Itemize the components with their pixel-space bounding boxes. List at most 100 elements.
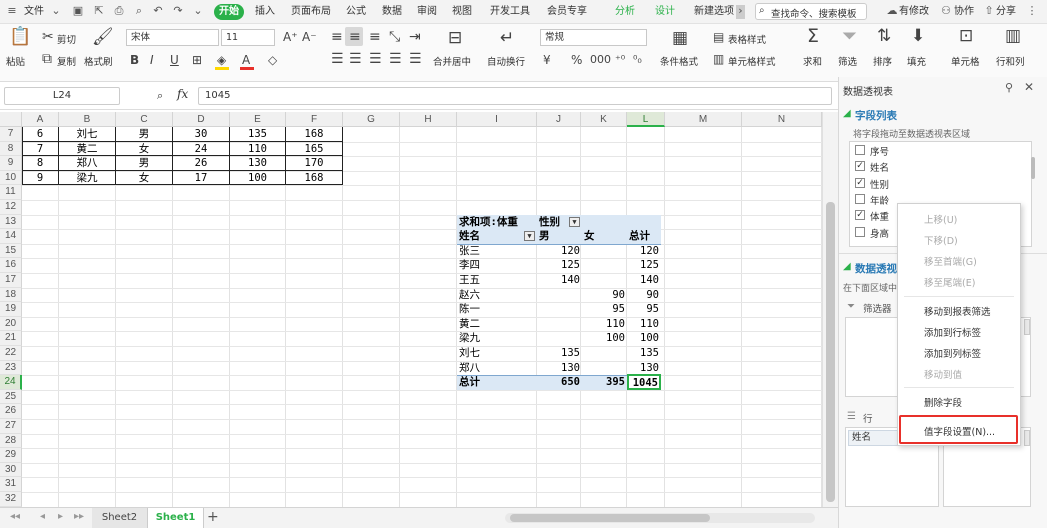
tab-data[interactable]: 数据 (382, 4, 402, 20)
selected-cell-l24[interactable]: 1045 (627, 374, 661, 391)
tab-developer[interactable]: 开发工具 (490, 4, 530, 20)
pivot-value-total[interactable]: 90 (625, 288, 659, 302)
column-header-i[interactable]: I (457, 112, 537, 127)
pin-icon[interactable]: ⚲ (1005, 81, 1013, 94)
cell-icon[interactable]: ⊡ (959, 28, 973, 45)
pivot-value-total[interactable]: 100 (625, 331, 659, 345)
indent-icon[interactable]: ⇥ (409, 29, 421, 45)
add-sheet-icon[interactable]: + (207, 509, 219, 525)
pivot-value-female[interactable]: 110 (581, 317, 625, 331)
table-cell[interactable]: 135 (230, 127, 286, 142)
context-menu-item[interactable]: 删除字段 (924, 395, 962, 409)
row-header-12[interactable]: 12 (0, 200, 22, 215)
row-header-9[interactable]: 9 (0, 156, 22, 171)
row-header-13[interactable]: 13 (0, 214, 22, 230)
column-header-m[interactable]: M (665, 112, 742, 127)
row-header-30[interactable]: 30 (0, 462, 22, 478)
table-cell[interactable]: 130 (230, 156, 286, 171)
column-filter-dropdown[interactable]: ▼ (569, 216, 580, 227)
column-header-n[interactable]: N (742, 112, 822, 127)
pivot-value-total[interactable]: 140 (625, 273, 659, 287)
column-header-b[interactable]: B (59, 112, 116, 127)
format-painter-icon[interactable]: 🖌 (92, 29, 114, 46)
row-header-14[interactable]: 14 (0, 229, 22, 244)
row-header-32[interactable]: 32 (0, 492, 22, 507)
horizontal-scrollbar[interactable] (505, 513, 815, 523)
fill-button[interactable]: 填充 (907, 54, 926, 68)
table-cell[interactable]: 女 (116, 170, 173, 186)
table-cell[interactable]: 110 (230, 141, 286, 157)
pivot-total-male[interactable]: 650 (537, 375, 580, 389)
cell-style-button[interactable]: 单元格样式 (728, 54, 776, 68)
pivot-value-male[interactable]: 130 (537, 361, 580, 375)
row-header-24[interactable]: 24 (0, 375, 22, 390)
collaborate-button[interactable]: 协作 (954, 4, 974, 20)
pivot-value-total[interactable]: 110 (625, 317, 659, 331)
print-icon[interactable]: ⎙ (113, 5, 125, 17)
column-area-item[interactable] (1024, 319, 1030, 335)
context-menu-item[interactable]: 移动到报表筛选 (924, 304, 991, 318)
context-menu-item[interactable]: 值字段设置(N)... (924, 424, 995, 438)
column-header-g[interactable]: G (343, 112, 400, 127)
sort-icon[interactable]: ⇅ (877, 28, 891, 45)
tab-home[interactable]: 开始 (214, 4, 244, 20)
more-icon[interactable]: ⌄ (192, 5, 204, 17)
name-box[interactable]: L24 (4, 87, 120, 105)
table-cell[interactable]: 男 (116, 156, 173, 171)
pivot-value-total[interactable]: 95 (625, 302, 659, 316)
align-top-icon[interactable]: ≡ (331, 29, 343, 45)
font-color-icon[interactable]: A (242, 52, 250, 68)
decrease-font-icon[interactable]: A⁻ (302, 29, 317, 45)
select-all-corner[interactable] (0, 112, 22, 127)
row-header-26[interactable]: 26 (0, 404, 22, 419)
tab-analyze[interactable]: 分析 (615, 4, 635, 20)
row-header-31[interactable]: 31 (0, 477, 22, 492)
field-checkbox[interactable] (855, 226, 865, 237)
distributed-icon[interactable]: ☰ (409, 51, 422, 67)
percent-button[interactable]: % (571, 52, 582, 68)
redo-icon[interactable]: ↷ (172, 5, 184, 17)
sum-button[interactable]: 求和 (803, 54, 822, 68)
pivot-value-total[interactable]: 135 (625, 346, 659, 360)
table-cell[interactable]: 30 (173, 127, 230, 142)
table-cell[interactable]: 170 (286, 156, 343, 171)
sheet-tab-sheet1[interactable]: Sheet1 (148, 508, 204, 528)
merge-icon[interactable]: ⊟ (448, 30, 462, 47)
row-header-21[interactable]: 21 (0, 331, 22, 346)
format-painter-button[interactable]: 格式刷 (84, 54, 113, 68)
paste-icon[interactable]: 📋 (9, 28, 31, 46)
pivot-value-total[interactable]: 125 (625, 258, 659, 272)
context-menu-item[interactable]: 添加到行标签 (924, 325, 981, 339)
align-left-icon[interactable]: ☰ (331, 51, 344, 67)
table-cell[interactable]: 100 (230, 170, 286, 186)
field-checkbox[interactable]: ✓ (855, 177, 865, 188)
zoom-icon[interactable]: ⌕ (157, 89, 163, 103)
search-box[interactable]: ⌕ 查找命令、搜索模板 (755, 3, 867, 20)
pivot-value-total[interactable]: 120 (625, 244, 659, 258)
pivot-value-total[interactable]: 130 (625, 361, 659, 375)
column-header-e[interactable]: E (230, 112, 286, 127)
sort-button[interactable]: 排序 (873, 54, 892, 68)
row-header-15[interactable]: 15 (0, 243, 22, 259)
column-header-l[interactable]: L (627, 112, 665, 127)
bold-button[interactable]: B (130, 52, 139, 68)
font-size-select[interactable]: 11 (221, 29, 275, 46)
column-header-f[interactable]: F (286, 112, 343, 127)
thousands-icon[interactable]: 000 (590, 52, 611, 68)
column-header-a[interactable]: A (22, 112, 59, 127)
conditional-format-icon[interactable]: ▦ (672, 30, 688, 47)
share-button[interactable]: 分享 (996, 4, 1016, 20)
row-header-25[interactable]: 25 (0, 389, 22, 405)
table-cell[interactable]: 6 (22, 127, 59, 142)
first-sheet-icon[interactable]: ◂◂ (10, 511, 20, 522)
row-header-7[interactable]: 7 (0, 127, 22, 142)
row-col-icon[interactable]: ▥ (1005, 28, 1021, 45)
table-cell[interactable]: 168 (286, 127, 343, 142)
eraser-icon[interactable]: ◇ (268, 52, 277, 68)
decrease-decimal-icon[interactable]: ⁰₀ (633, 52, 642, 68)
table-cell[interactable]: 7 (22, 141, 59, 157)
next-sheet-icon[interactable]: ▸ (58, 511, 63, 522)
cut-button[interactable]: 剪切 (57, 32, 76, 46)
table-cell[interactable]: 17 (173, 170, 230, 186)
save-icon[interactable]: ▣ (72, 5, 84, 17)
